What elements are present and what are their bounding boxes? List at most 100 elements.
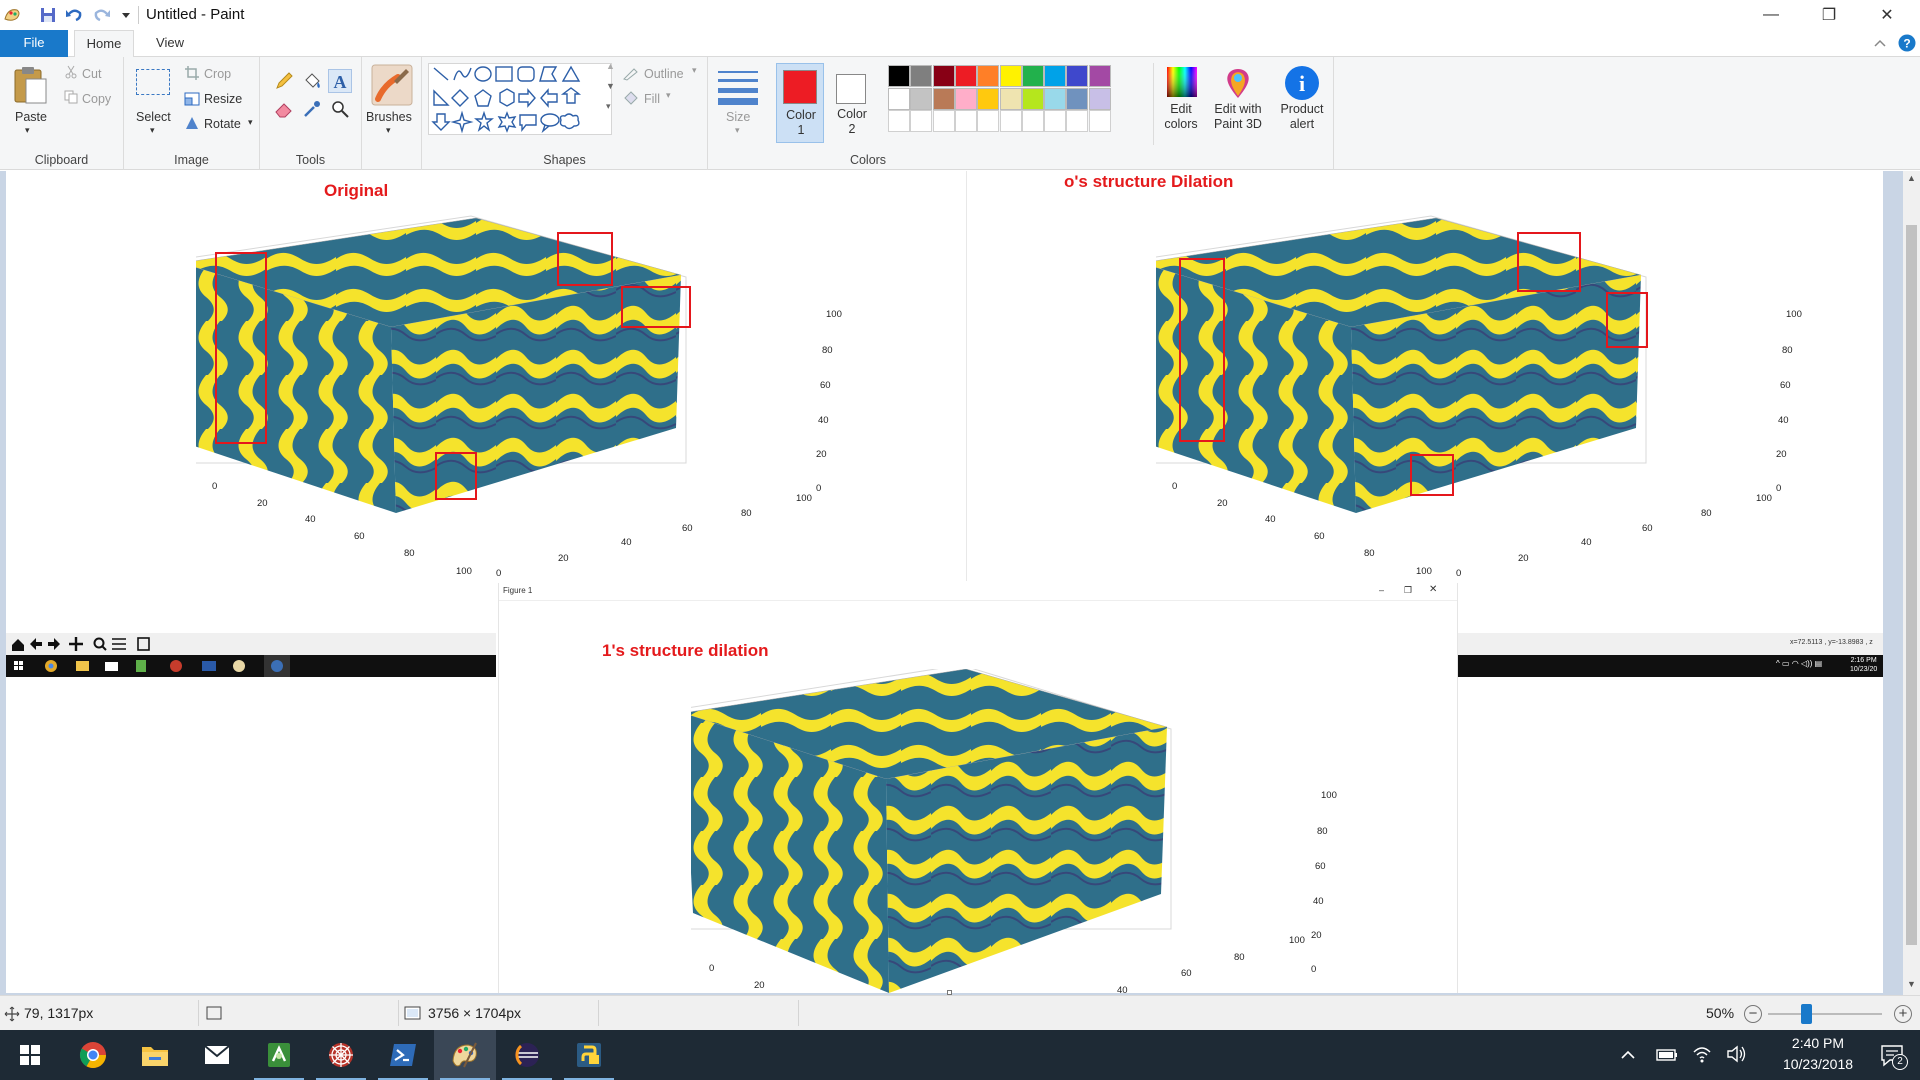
zoom-slider-track[interactable]: [1768, 1013, 1882, 1015]
palette-swatch[interactable]: [977, 65, 1000, 87]
size-button[interactable]: Size: [726, 110, 750, 124]
edit-with-paint3d-button[interactable]: Edit with Paint 3D: [1208, 63, 1268, 145]
color-picker-icon[interactable]: [302, 99, 322, 119]
resize-button[interactable]: Resize: [204, 92, 242, 106]
shapes-scroll-down-icon[interactable]: ▼: [606, 81, 615, 91]
figure1-maximize[interactable]: ❐: [1404, 585, 1412, 596]
palette-swatch[interactable]: [1066, 87, 1089, 110]
figure1-close[interactable]: ✕: [1429, 584, 1437, 595]
palette-custom-swatch[interactable]: [1066, 110, 1089, 132]
paste-dropdown-icon[interactable]: ▾: [25, 125, 30, 136]
taskbar-powershell[interactable]: [372, 1030, 434, 1080]
select-button[interactable]: Select: [136, 110, 171, 124]
undo-icon[interactable]: [64, 5, 84, 25]
paste-icon[interactable]: [12, 65, 48, 105]
palette-swatch[interactable]: [932, 87, 955, 110]
close-button[interactable]: ✕: [1858, 0, 1916, 30]
help-icon[interactable]: ?: [1898, 34, 1916, 52]
tab-view[interactable]: View: [150, 30, 190, 57]
palette-swatch[interactable]: [999, 65, 1022, 87]
palette-swatch[interactable]: [1021, 65, 1044, 87]
maximize-button[interactable]: ❐: [1800, 0, 1858, 30]
palette-custom-swatch[interactable]: [910, 110, 933, 132]
product-alert-button[interactable]: i Product alert: [1272, 63, 1332, 145]
quick-access-dropdown-icon[interactable]: [116, 5, 136, 25]
paste-button[interactable]: Paste: [15, 110, 47, 124]
paint-app-icon[interactable]: [2, 5, 22, 25]
palette-swatch[interactable]: [1088, 87, 1111, 110]
taskbar-file-explorer[interactable]: [124, 1030, 186, 1080]
fill-bucket-icon[interactable]: [302, 71, 322, 91]
shapes-more-icon[interactable]: ▾: [606, 101, 611, 112]
palette-swatch[interactable]: [954, 65, 977, 87]
cut-button[interactable]: Cut: [82, 67, 101, 81]
start-button[interactable]: [0, 1030, 60, 1080]
eraser-icon[interactable]: [274, 99, 294, 119]
palette-custom-swatch[interactable]: [977, 110, 1000, 132]
clock-date[interactable]: 10/23/2018: [1770, 1056, 1866, 1072]
select-dropdown-icon[interactable]: ▾: [150, 125, 155, 136]
redo-icon[interactable]: [92, 5, 112, 25]
text-tool-button[interactable]: A: [328, 69, 352, 93]
scrollbar-thumb[interactable]: [1906, 225, 1917, 945]
shapes-gallery-icons[interactable]: [429, 64, 611, 134]
shapes-scroll-up-icon[interactable]: ▲: [606, 61, 615, 71]
select-icon[interactable]: [136, 69, 170, 95]
palette-swatch[interactable]: [1044, 87, 1067, 110]
collapse-ribbon-icon[interactable]: [1873, 36, 1887, 50]
palette-swatch[interactable]: [999, 87, 1022, 110]
tab-file[interactable]: File: [0, 30, 68, 57]
palette-swatch[interactable]: [888, 65, 910, 87]
crop-button[interactable]: Crop: [204, 67, 231, 81]
color1-button[interactable]: Color 1: [776, 63, 824, 143]
fill-dropdown-icon[interactable]: ▾: [666, 90, 671, 101]
palette-custom-swatch[interactable]: [954, 110, 977, 132]
show-hidden-icons-icon[interactable]: [1620, 1048, 1636, 1062]
color2-button[interactable]: Color 2: [828, 63, 876, 143]
action-center-button[interactable]: 2: [1866, 1030, 1920, 1080]
taskbar-eclipse[interactable]: [496, 1030, 558, 1080]
vertical-scrollbar[interactable]: ▲ ▼: [1903, 171, 1920, 995]
taskbar-chrome[interactable]: [62, 1030, 124, 1080]
palette-swatch[interactable]: [1044, 65, 1067, 87]
minimize-button[interactable]: —: [1742, 0, 1800, 30]
palette-custom-swatch[interactable]: [1021, 110, 1044, 132]
outline-button[interactable]: Outline: [644, 67, 684, 81]
taskbar-python[interactable]: [558, 1030, 620, 1080]
zoom-slider-thumb[interactable]: [1801, 1004, 1812, 1024]
palette-swatch[interactable]: [977, 87, 1000, 110]
rotate-button[interactable]: Rotate: [204, 117, 241, 131]
battery-icon[interactable]: [1656, 1046, 1678, 1064]
taskbar-mail[interactable]: [186, 1030, 248, 1080]
tab-home[interactable]: Home: [74, 30, 134, 58]
palette-swatch[interactable]: [1088, 65, 1111, 87]
copy-button[interactable]: Copy: [82, 92, 111, 106]
fill-button[interactable]: Fill: [644, 92, 660, 106]
clock-time[interactable]: 2:40 PM: [1784, 1035, 1852, 1051]
paint-canvas[interactable]: Original 100 80 60 40 20 0 0 20 40 60 80…: [6, 171, 1883, 996]
palette-swatch[interactable]: [954, 87, 977, 110]
palette-swatch[interactable]: [888, 87, 910, 110]
palette-custom-swatch[interactable]: [932, 110, 955, 132]
palette-swatch[interactable]: [1021, 87, 1044, 110]
brush-icon[interactable]: [370, 63, 414, 107]
zoom-out-button[interactable]: −: [1744, 1005, 1762, 1023]
brushes-dropdown-icon[interactable]: ▾: [386, 125, 391, 136]
palette-custom-swatch[interactable]: [1044, 110, 1067, 132]
pencil-icon[interactable]: [274, 71, 294, 91]
save-icon[interactable]: [38, 5, 58, 25]
wifi-icon[interactable]: [1692, 1044, 1712, 1064]
rotate-dropdown-icon[interactable]: ▾: [248, 117, 253, 128]
palette-custom-swatch[interactable]: [888, 110, 910, 132]
palette-custom-swatch[interactable]: [1088, 110, 1111, 132]
size-dropdown-icon[interactable]: ▾: [735, 125, 740, 136]
brushes-button[interactable]: Brushes: [366, 110, 412, 124]
palette-swatch[interactable]: [910, 65, 933, 87]
palette-swatch[interactable]: [910, 87, 933, 110]
taskbar-android-studio[interactable]: [248, 1030, 310, 1080]
figure1-minimize[interactable]: –: [1379, 585, 1384, 595]
taskbar-spider-app[interactable]: [310, 1030, 372, 1080]
palette-custom-swatch[interactable]: [999, 110, 1022, 132]
outline-dropdown-icon[interactable]: ▾: [692, 65, 697, 76]
size-icon[interactable]: [718, 65, 758, 105]
